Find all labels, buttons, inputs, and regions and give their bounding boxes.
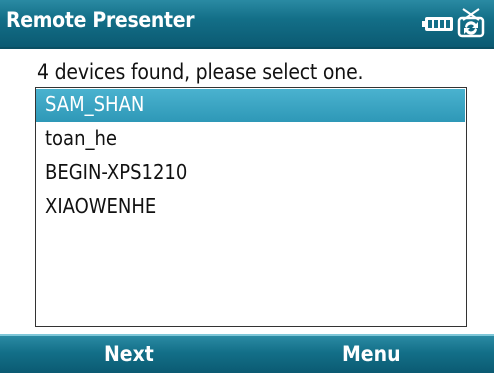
list-item-xiaowenhe[interactable]: XIAOWENHE <box>36 191 465 224</box>
title-bar: Remote Presenter <box>0 0 494 49</box>
device-list[interactable]: SAM_SHAN toan_he BEGIN-XPS1210 XIAOWENHE <box>35 87 467 327</box>
list-item-begin-xps1210[interactable]: BEGIN-XPS1210 <box>36 157 465 190</box>
sync-icon <box>457 8 485 38</box>
list-item-toan-he[interactable]: toan_he <box>36 123 465 156</box>
list-item-sam-shan[interactable]: SAM_SHAN <box>36 89 465 122</box>
battery-icon <box>422 17 453 31</box>
next-softkey[interactable]: Next <box>104 342 154 366</box>
softkey-bar: Next Menu <box>0 334 494 373</box>
prompt-text: 4 devices found, please select one. <box>37 60 364 84</box>
app-title: Remote Presenter <box>6 8 195 32</box>
menu-softkey[interactable]: Menu <box>342 342 401 366</box>
